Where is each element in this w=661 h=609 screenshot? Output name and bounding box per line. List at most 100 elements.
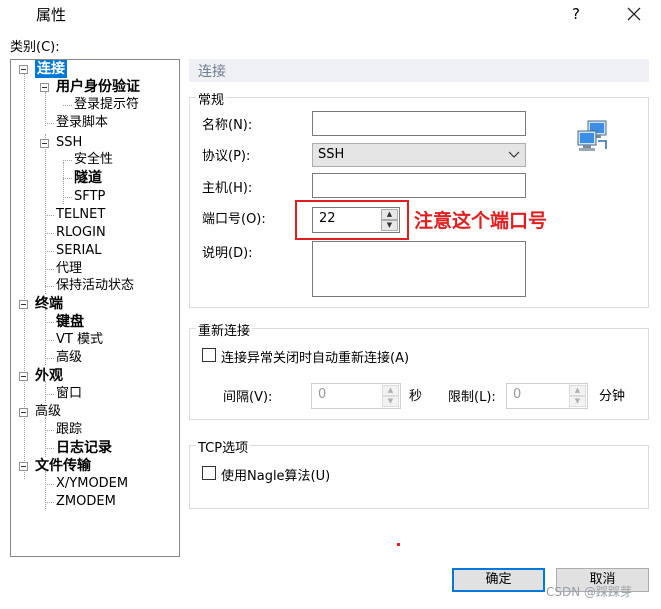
interval-label: 间隔(V): bbox=[223, 390, 273, 405]
tree-item[interactable]: TELNET bbox=[56, 206, 105, 224]
description-textarea[interactable] bbox=[312, 241, 526, 297]
limit-value: 0 bbox=[513, 387, 522, 402]
tcp-group-label: TCP选项 bbox=[196, 437, 251, 456]
tree-item[interactable]: 外观 bbox=[35, 367, 63, 385]
annotation-box bbox=[295, 200, 409, 240]
tree-item[interactable]: 高级 bbox=[56, 349, 82, 367]
interval-stepper[interactable]: 0 ▲ ▼ bbox=[311, 383, 401, 409]
tree-item[interactable]: 安全性 bbox=[74, 151, 113, 169]
limit-label: 限制(L): bbox=[448, 390, 496, 405]
tree-item[interactable]: SFTP bbox=[74, 188, 105, 206]
protocol-value: SSH bbox=[318, 147, 345, 162]
tree-item[interactable]: 连接 bbox=[35, 60, 67, 78]
collapse-icon[interactable] bbox=[40, 139, 49, 148]
tree-connector bbox=[45, 123, 54, 124]
panel-header: 连接 bbox=[189, 59, 649, 82]
tree-item[interactable]: 文件传输 bbox=[35, 457, 91, 475]
tree-item[interactable]: 用户身份验证 bbox=[56, 78, 140, 96]
tree-connector bbox=[45, 322, 54, 323]
tree-connector bbox=[63, 160, 72, 161]
tree-connector bbox=[45, 502, 54, 503]
collapse-icon[interactable] bbox=[19, 462, 28, 471]
collapse-icon[interactable] bbox=[19, 408, 28, 417]
interval-unit: 秒 bbox=[409, 389, 423, 404]
tree-connector bbox=[45, 340, 54, 341]
limit-down-button[interactable]: ▼ bbox=[569, 396, 586, 407]
tree-connector bbox=[45, 309, 46, 365]
panel-title: 连接 bbox=[198, 64, 226, 80]
tree-connector bbox=[45, 215, 54, 216]
tree-connector bbox=[45, 269, 54, 270]
tree-connector bbox=[45, 484, 54, 485]
red-dot bbox=[397, 543, 400, 546]
title-bar: 属性 ? bbox=[0, 0, 661, 30]
tree-connector bbox=[45, 233, 54, 234]
name-label: 名称(N): bbox=[202, 118, 253, 133]
category-label: 类别(C): bbox=[10, 40, 60, 55]
tree-connector bbox=[45, 394, 54, 395]
tree-item[interactable]: ZMODEM bbox=[56, 493, 116, 511]
ok-button[interactable]: 确定 bbox=[452, 568, 545, 592]
close-button[interactable] bbox=[622, 2, 646, 26]
limit-up-button[interactable]: ▲ bbox=[569, 385, 586, 396]
description-label: 说明(D): bbox=[202, 246, 253, 261]
reconnect-group-label: 重新连接 bbox=[196, 320, 253, 339]
tree-item[interactable]: 代理 bbox=[56, 260, 82, 278]
tree-item[interactable]: 键盘 bbox=[56, 313, 84, 331]
tree-connector bbox=[45, 358, 54, 359]
tree-connector bbox=[45, 92, 46, 126]
tree-connector bbox=[63, 178, 72, 179]
name-input[interactable] bbox=[312, 111, 526, 136]
tree-item[interactable]: 日志记录 bbox=[56, 439, 112, 457]
tree-item[interactable]: VT 模式 bbox=[56, 331, 103, 349]
close-icon bbox=[627, 7, 641, 21]
tree-item[interactable]: 终端 bbox=[35, 295, 63, 313]
chevron-down-icon bbox=[508, 144, 520, 175]
tree-connector bbox=[45, 286, 54, 287]
tree-connector bbox=[24, 74, 25, 479]
tree-item[interactable]: SERIAL bbox=[56, 242, 101, 260]
auto-reconnect-label[interactable]: 连接异常关闭时自动重新连接(A) bbox=[221, 347, 409, 366]
tree-item[interactable]: 登录脚本 bbox=[56, 114, 108, 132]
nagle-label[interactable]: 使用Nagle算法(U) bbox=[221, 465, 330, 484]
limit-stepper[interactable]: 0 ▲ ▼ bbox=[506, 383, 588, 409]
collapse-icon[interactable] bbox=[19, 372, 28, 381]
tree-item[interactable]: 跟踪 bbox=[56, 421, 82, 439]
category-tree[interactable]: 连接 用户身份验证 登录提示符 登录脚本 SSH 安全性 隧道 SFTP TELNET RLOGI… bbox=[10, 59, 180, 557]
general-group-label: 常规 bbox=[196, 89, 227, 108]
tree-item[interactable]: 高级 bbox=[35, 403, 61, 421]
tree-item[interactable]: RLOGIN bbox=[56, 224, 106, 242]
limit-unit: 分钟 bbox=[599, 389, 626, 404]
tree-connector bbox=[45, 430, 54, 431]
tree-connector bbox=[63, 197, 72, 198]
tree-item[interactable]: X/YMODEM bbox=[56, 475, 128, 493]
port-label: 端口号(O): bbox=[202, 212, 266, 227]
network-computers-icon bbox=[576, 119, 610, 153]
tree-connector bbox=[63, 105, 72, 106]
auto-reconnect-checkbox[interactable] bbox=[202, 348, 216, 362]
tree-connector bbox=[45, 417, 46, 457]
protocol-select[interactable]: SSH bbox=[312, 143, 526, 167]
tree-connector bbox=[45, 251, 54, 252]
host-label: 主机(H): bbox=[202, 181, 253, 196]
collapse-icon[interactable] bbox=[19, 65, 28, 74]
tree-item[interactable]: 登录提示符 bbox=[74, 96, 139, 114]
interval-up-button[interactable]: ▲ bbox=[382, 385, 399, 396]
tree-item[interactable]: 窗口 bbox=[56, 385, 82, 403]
tree-item[interactable]: 隧道 bbox=[74, 169, 102, 187]
help-button[interactable]: ? bbox=[566, 2, 586, 26]
watermark: CSDN @踩踩芽 bbox=[546, 585, 633, 599]
tree-connector bbox=[45, 471, 46, 509]
tree-item[interactable]: SSH bbox=[56, 134, 82, 152]
interval-down-button[interactable]: ▼ bbox=[382, 396, 399, 407]
tree-item[interactable]: 保持活动状态 bbox=[56, 277, 134, 295]
tree-connector bbox=[45, 448, 54, 449]
tree-connector bbox=[45, 134, 46, 294]
collapse-icon[interactable] bbox=[19, 300, 28, 309]
annotation-text: 注意这个端口号 bbox=[414, 210, 548, 232]
collapse-icon[interactable] bbox=[40, 83, 49, 92]
nagle-checkbox[interactable] bbox=[202, 466, 216, 480]
protocol-label: 协议(P): bbox=[202, 149, 251, 164]
interval-value: 0 bbox=[318, 387, 327, 402]
host-input[interactable] bbox=[312, 173, 526, 198]
